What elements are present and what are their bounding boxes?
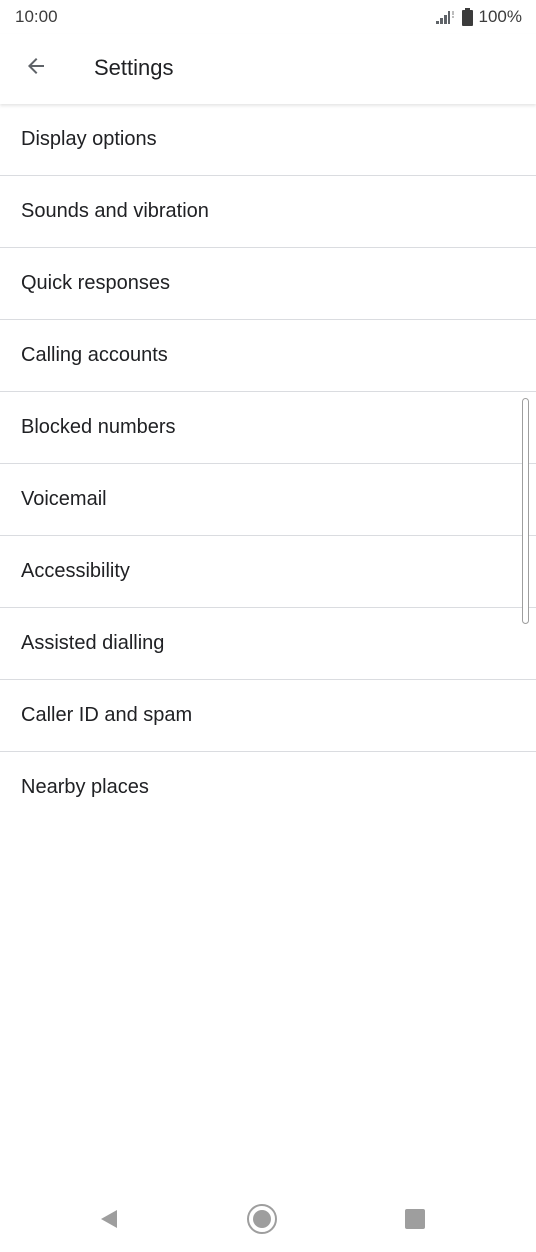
settings-item-label: Sounds and vibration xyxy=(21,200,209,222)
page-title: Settings xyxy=(94,55,174,80)
settings-item-quick-responses[interactable]: Quick responses xyxy=(0,248,536,320)
back-button[interactable] xyxy=(12,44,60,92)
settings-item-label: Calling accounts xyxy=(21,344,168,366)
settings-item-label: Accessibility xyxy=(21,560,130,582)
arrow-back-icon xyxy=(24,54,48,83)
battery-percentage: 100% xyxy=(478,7,522,26)
settings-item-accessibility[interactable]: Accessibility xyxy=(0,536,536,608)
nav-back-button[interactable] xyxy=(92,1204,126,1238)
settings-item-assisted-dialling[interactable]: Assisted dialling xyxy=(0,608,536,680)
back-triangle-icon xyxy=(98,1208,120,1235)
nav-home-button[interactable] xyxy=(245,1203,279,1240)
recents-square-icon xyxy=(404,1208,426,1235)
status-bar: 10:00 100% xyxy=(0,0,536,34)
status-time: 10:00 xyxy=(15,7,58,26)
nav-recents-button[interactable] xyxy=(398,1204,432,1238)
settings-item-caller-id-and-spam[interactable]: Caller ID and spam xyxy=(0,680,536,752)
settings-item-label: Caller ID and spam xyxy=(21,704,193,726)
settings-item-label: Quick responses xyxy=(21,272,170,294)
scrollbar[interactable] xyxy=(522,398,529,624)
settings-item-sounds-and-vibration[interactable]: Sounds and vibration xyxy=(0,176,536,248)
settings-list: Display options Sounds and vibration Qui… xyxy=(0,104,536,823)
settings-item-label: Voicemail xyxy=(21,488,107,510)
status-icons: 100% xyxy=(434,7,522,27)
settings-item-blocked-numbers[interactable]: Blocked numbers xyxy=(0,392,536,464)
settings-item-nearby-places[interactable]: Nearby places xyxy=(0,752,536,823)
navigation-bar xyxy=(0,1190,536,1252)
settings-item-display-options[interactable]: Display options xyxy=(0,104,536,176)
settings-item-label: Assisted dialling xyxy=(21,632,165,654)
settings-item-label: Blocked numbers xyxy=(21,416,176,438)
app-bar: Settings xyxy=(0,34,536,104)
settings-item-label: Display options xyxy=(21,128,157,150)
settings-item-calling-accounts[interactable]: Calling accounts xyxy=(0,320,536,392)
settings-item-voicemail[interactable]: Voicemail xyxy=(0,464,536,536)
settings-item-label: Nearby places xyxy=(21,776,149,798)
signal-icon xyxy=(434,9,456,25)
home-circle-icon xyxy=(246,1203,278,1240)
battery-icon xyxy=(461,8,473,26)
